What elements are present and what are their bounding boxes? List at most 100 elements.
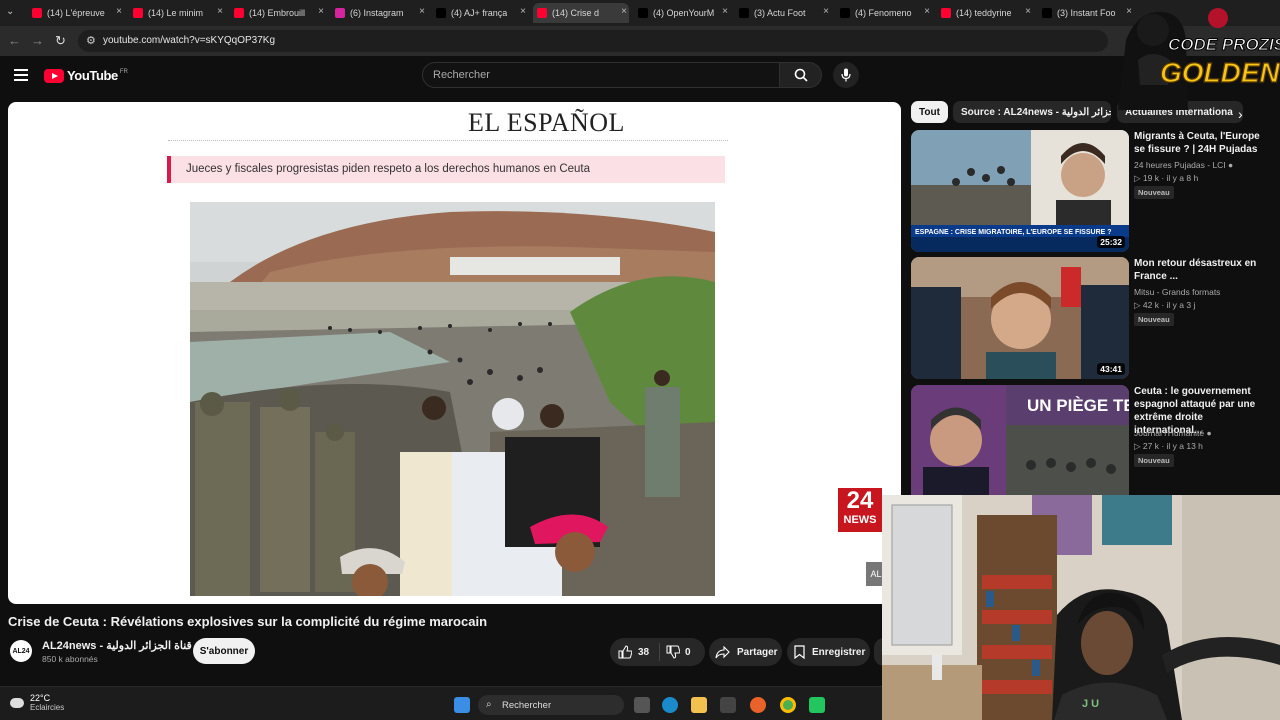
x-icon [840,8,850,18]
close-tab-icon[interactable]: × [520,6,526,17]
site-info-icon[interactable]: ⚙ [86,34,96,47]
channel-avatar[interactable]: AL24 [10,640,32,662]
live-icon: ▷ [1134,300,1143,310]
search-input[interactable] [423,63,779,87]
live-icon: ▷ [1134,441,1143,451]
close-tab-icon[interactable]: × [621,6,627,17]
browser-tab[interactable]: (3) Actu Foot × [735,3,831,23]
dislike-button[interactable]: 0 [660,645,691,659]
youtube-logo[interactable]: YouTube FR [44,68,128,83]
share-button[interactable]: Partager [709,638,782,666]
browser-tab[interactable]: (14) Le minim × [129,3,225,23]
youtube-icon [537,8,547,18]
video-meta-text: 27 k · il y a 13 h [1142,441,1203,451]
recommended-video[interactable]: ESPAGNE : CRISE MIGRATOIRE, L'EUROPE SE … [911,130,1271,252]
thumbnail-image: UN PIÈGE TENDU ? [911,385,1129,495]
task-view-icon[interactable] [634,697,650,713]
browser-tab[interactable]: (14) L'épreuve × [28,3,124,23]
country-code: FR [119,68,128,75]
save-button[interactable]: Enregistrer [787,638,870,666]
recommended-video[interactable]: 43:41 Mon retour désastreux en France ..… [911,257,1271,379]
close-tab-icon[interactable]: × [419,6,425,17]
address-bar[interactable]: ⚙ youtube.com/watch?v=sKYQqOP37Kg [78,30,1108,52]
video-title[interactable]: Migrants à Ceuta, l'Europe se fissure ? … [1134,130,1264,156]
windows-start-icon[interactable] [454,697,470,713]
file-explorer-icon[interactable] [691,697,707,713]
verified-icon: ● [1228,160,1234,170]
share-icon [715,645,730,658]
tab-title: (14) teddyrine [956,8,1012,18]
thumbnail-image: ESPAGNE : CRISE MIGRATOIRE, L'EUROPE SE … [911,130,1129,252]
video-thumbnail[interactable]: ESPAGNE : CRISE MIGRATOIRE, L'EUROPE SE … [911,130,1129,252]
close-tab-icon[interactable]: × [722,6,728,17]
browser-tab[interactable]: (4) AJ+ frança × [432,3,528,23]
browser-tab[interactable]: (14) Crise d × [533,3,629,23]
search-button[interactable] [780,62,822,88]
video-channel[interactable]: Mitsu - Grands formats [1134,287,1220,297]
newspaper-masthead: EL ESPAÑOL [468,108,625,137]
close-tab-icon[interactable]: × [823,6,829,17]
close-tab-icon[interactable]: × [1025,6,1031,17]
close-tab-icon[interactable]: × [217,6,223,17]
video-thumbnail[interactable]: UN PIÈGE TENDU ? [911,385,1129,495]
firefox-icon[interactable] [750,697,766,713]
browser-tab[interactable]: (6) Instagram × [331,3,427,23]
menu-icon[interactable] [14,69,28,84]
like-button[interactable]: 38 [610,643,660,661]
browser-tab[interactable]: (4) Fenomeno × [836,3,932,23]
browser-tab[interactable]: (14) Embrouill × [230,3,326,23]
microphone-icon [841,68,851,82]
back-icon[interactable]: ← [8,33,21,48]
share-label: Partager [737,646,778,658]
video-player[interactable]: EL ESPAÑOL Jueces y fiscales progresista… [8,102,901,604]
forward-icon[interactable]: → [31,33,44,48]
video-meta-text: 19 k · il y a 8 h [1142,173,1199,183]
video-title[interactable]: Mon retour désastreux en France ... [1134,257,1264,283]
close-tab-icon[interactable]: × [318,6,324,17]
video-channel[interactable]: Journal l'Humanité ● [1134,428,1212,438]
reload-icon[interactable]: ↻ [55,33,66,49]
tab-title: (14) Le minim [148,8,204,18]
edge-icon[interactable] [662,697,678,713]
video-meta: ▷ 27 k · il y a 13 h [1134,441,1203,452]
video-thumbnail[interactable]: 43:41 [911,257,1129,379]
subscribe-button[interactable]: S'abonner [193,638,255,664]
video-channel-text[interactable]: Journal l'Humanité [1134,428,1204,438]
tab-title: (3) Actu Foot [754,8,806,18]
verified-icon: ● [1206,428,1212,438]
taskbar-search[interactable]: ⌕ Rechercher [478,695,624,715]
chip-all[interactable]: Tout [911,101,948,123]
tab-search-icon[interactable]: ⌄ [6,6,18,18]
browser-tab[interactable]: (4) OpenYourM × [634,3,730,23]
badge-number: 24 [846,487,874,514]
streamer-logo-overlay: CODE PROZIS GOLDENG [1108,0,1280,110]
webcam-overlay: J U [882,495,1280,720]
x-icon [436,8,446,18]
browser-tab[interactable]: (14) teddyrine × [937,3,1033,23]
channel-name[interactable]: AL24news - قناة الجزائر الدولية [42,639,205,652]
store-icon[interactable] [720,697,736,713]
video-duration: 25:32 [1097,236,1125,248]
close-tab-icon[interactable]: × [116,6,122,17]
video-channel[interactable]: 24 heures Pujadas - LCI ● [1134,160,1233,170]
url-text[interactable]: youtube.com/watch?v=sKYQqOP37Kg [103,35,275,46]
windows-taskbar: 22°C Eclaircies ⌕ Rechercher [0,686,882,720]
weather-icon [10,698,24,708]
recommended-video[interactable]: UN PIÈGE TENDU ? Ceuta : le gouvernement… [911,385,1271,495]
youtube-icon [133,8,143,18]
video-title: Crise de Ceuta : Révélations explosives … [8,614,488,629]
like-count: 38 [638,646,650,658]
svg-text:J U: J U [1082,698,1099,710]
weather-widget[interactable]: 22°C Eclaircies [10,693,64,713]
temperature: 22°C [30,693,51,703]
app-icon[interactable] [809,697,825,713]
tab-title: (14) L'épreuve [47,8,105,18]
logo-line-2: GOLDENG [1160,57,1280,88]
close-tab-icon[interactable]: × [924,6,930,17]
channel-name-text[interactable]: AL24news - قناة الجزائر الدولية [42,640,192,652]
dislike-count: 0 [685,646,691,658]
chip-source[interactable]: Source : AL24news - قناة الجزائر الدولية [953,101,1111,123]
video-channel-text[interactable]: 24 heures Pujadas - LCI [1134,160,1226,170]
voice-search-button[interactable] [833,62,859,88]
chrome-icon[interactable] [780,697,796,713]
